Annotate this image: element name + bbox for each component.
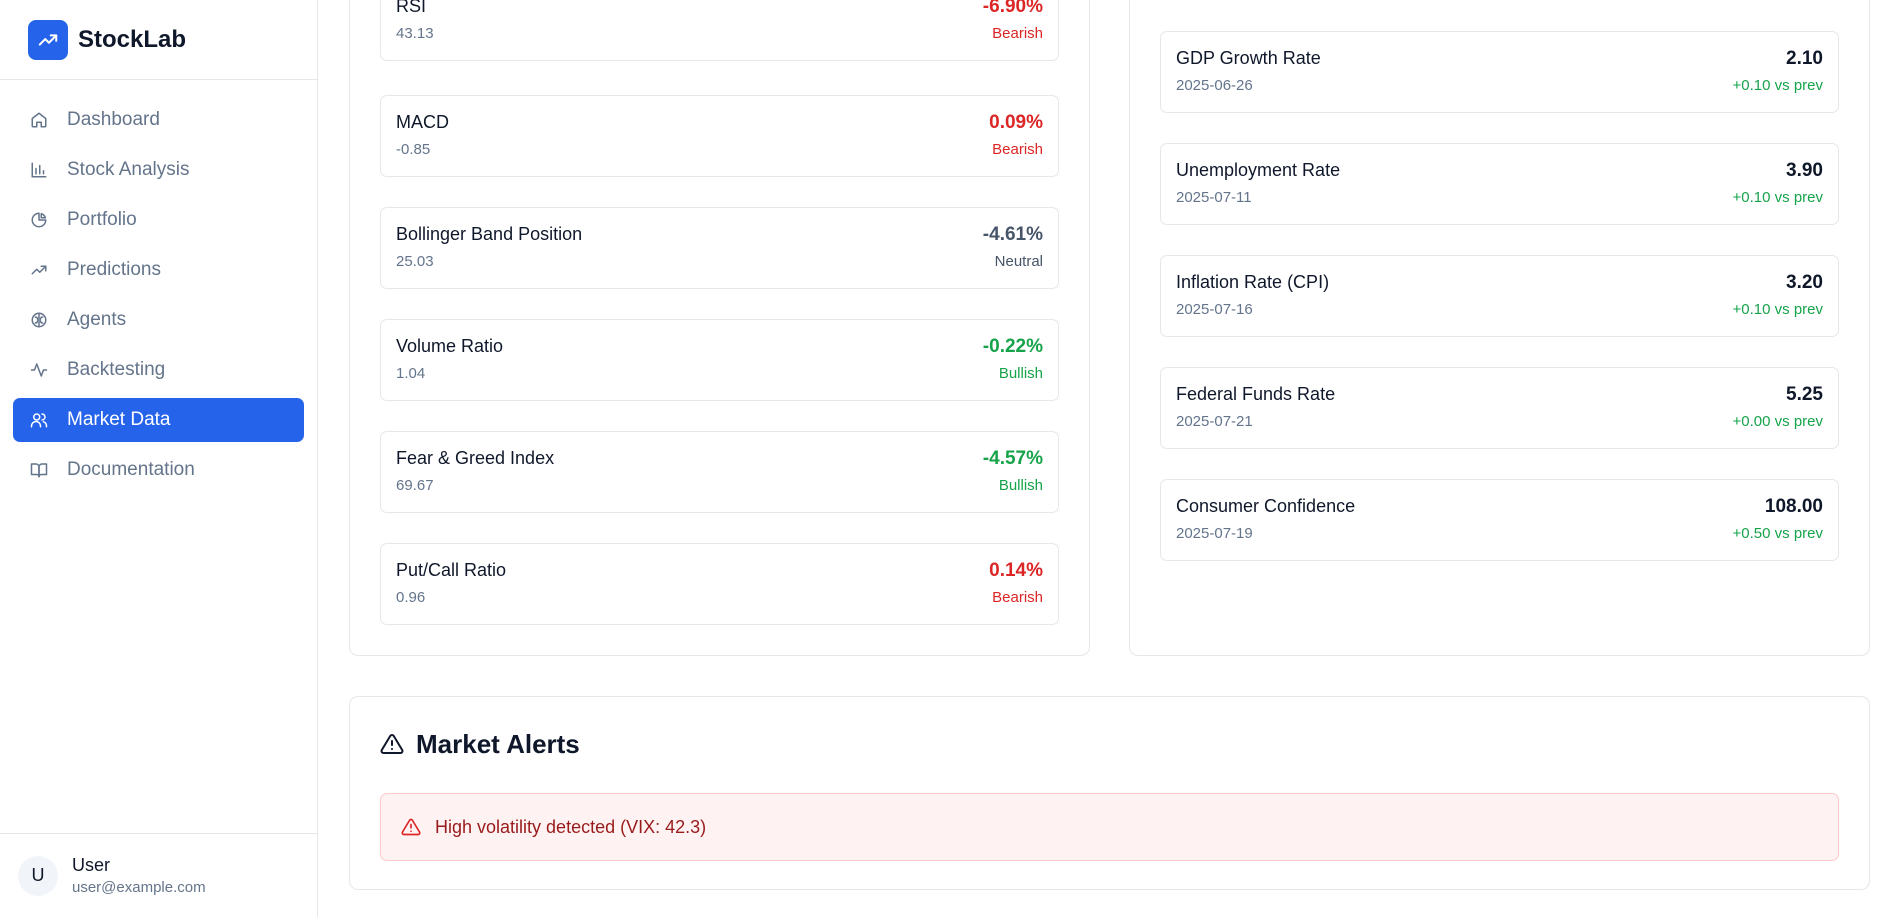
alert-triangle-icon bbox=[401, 817, 421, 837]
economic-delta: +0.50 vs prev bbox=[1732, 525, 1823, 542]
sidebar-item-dashboard[interactable]: Dashboard bbox=[13, 98, 304, 142]
economic-name: GDP Growth Rate bbox=[1176, 48, 1321, 68]
alert-item: High volatility detected (VIX: 42.3) bbox=[380, 793, 1839, 861]
indicator-row-volume-ratio: Volume Ratio 1.04 -0.22% Bullish bbox=[380, 319, 1059, 401]
users-icon bbox=[29, 410, 49, 430]
user-profile[interactable]: U User user@example.com bbox=[0, 833, 318, 917]
indicator-value: 69.67 bbox=[396, 477, 434, 494]
indicator-signal: Bearish bbox=[992, 589, 1043, 606]
book-icon bbox=[29, 460, 49, 480]
indicator-name: Volume Ratio bbox=[396, 336, 504, 356]
indicator-name: MACD bbox=[396, 112, 449, 132]
indicator-row-put-call: Put/Call Ratio 0.96 0.14% Bearish bbox=[380, 543, 1059, 625]
indicator-change: -4.61% bbox=[982, 224, 1043, 245]
economic-indicators-card: GDP Growth Rate 2025-06-26 2.10 +0.10 vs… bbox=[1129, 0, 1870, 656]
indicator-change: -6.90% bbox=[982, 0, 1043, 17]
indicator-name: Fear & Greed Index bbox=[396, 448, 555, 468]
trending-up-icon bbox=[28, 19, 68, 60]
indicator-change: -0.22% bbox=[982, 336, 1043, 357]
economic-value: 2.10 bbox=[1786, 48, 1823, 69]
pie-chart-icon bbox=[29, 210, 49, 230]
sidebar-item-backtesting[interactable]: Backtesting bbox=[13, 348, 304, 392]
alert-triangle-icon bbox=[380, 732, 406, 758]
economic-name: Unemployment Rate bbox=[1176, 160, 1341, 180]
bar-chart-icon bbox=[29, 160, 49, 180]
indicator-value: 1.04 bbox=[396, 365, 426, 382]
brain-icon bbox=[29, 310, 49, 330]
indicator-signal: Bullish bbox=[998, 477, 1043, 494]
sidebar: StockLab Dashboard Stock Analysis Portfo… bbox=[0, 0, 318, 917]
sidebar-item-stock-analysis[interactable]: Stock Analysis bbox=[13, 148, 304, 192]
economic-name: Consumer Confidence bbox=[1176, 496, 1356, 516]
sidebar-item-portfolio[interactable]: Portfolio bbox=[13, 198, 304, 242]
indicator-value: 0.96 bbox=[396, 589, 426, 606]
brand[interactable]: StockLab bbox=[0, 0, 317, 80]
economic-value: 3.90 bbox=[1786, 160, 1823, 181]
indicator-row-rsi: RSI 43.13 -6.90% Bearish bbox=[380, 0, 1059, 61]
sidebar-item-label: Predictions bbox=[67, 259, 161, 280]
economic-name: Federal Funds Rate bbox=[1176, 384, 1336, 404]
economic-value: 3.20 bbox=[1786, 272, 1823, 293]
economic-delta: +0.00 vs prev bbox=[1732, 413, 1823, 430]
sidebar-item-label: Stock Analysis bbox=[67, 159, 190, 180]
economic-delta: +0.10 vs prev bbox=[1732, 189, 1823, 206]
indicator-row-bollinger: Bollinger Band Position 25.03 -4.61% Neu… bbox=[380, 207, 1059, 289]
economic-value: 108.00 bbox=[1764, 496, 1823, 517]
indicator-signal: Bullish bbox=[998, 365, 1043, 382]
indicator-signal: Bearish bbox=[992, 141, 1043, 158]
sidebar-item-label: Portfolio bbox=[67, 209, 137, 230]
sidebar-nav: Dashboard Stock Analysis Portfolio Predi… bbox=[0, 80, 317, 516]
indicator-row-fear-greed: Fear & Greed Index 69.67 -4.57% Bullish bbox=[380, 431, 1059, 513]
indicator-signal: Bearish bbox=[992, 25, 1043, 42]
economic-row-unemployment: Unemployment Rate 2025-07-11 3.90 +0.10 … bbox=[1160, 143, 1839, 225]
economic-date: 2025-07-19 bbox=[1176, 525, 1253, 542]
activity-icon bbox=[29, 360, 49, 380]
sidebar-item-label: Backtesting bbox=[67, 359, 166, 380]
indicator-name: RSI bbox=[396, 0, 427, 16]
economic-date: 2025-07-16 bbox=[1176, 301, 1253, 318]
user-info: User user@example.com bbox=[72, 855, 206, 896]
sidebar-item-predictions[interactable]: Predictions bbox=[13, 248, 304, 292]
economic-row-consumer-confidence: Consumer Confidence 2025-07-19 108.00 +0… bbox=[1160, 479, 1839, 561]
sidebar-item-label: Documentation bbox=[67, 459, 195, 480]
user-name: User bbox=[72, 855, 111, 875]
indicator-value: -0.85 bbox=[396, 141, 431, 158]
indicator-change: 0.14% bbox=[989, 560, 1043, 581]
economic-date: 2025-07-11 bbox=[1176, 189, 1252, 206]
indicator-change: -4.57% bbox=[982, 448, 1043, 469]
indicator-value: 25.03 bbox=[396, 253, 434, 270]
indicator-change: 0.09% bbox=[989, 112, 1043, 133]
economic-name: Inflation Rate (CPI) bbox=[1176, 272, 1330, 292]
sidebar-item-label: Dashboard bbox=[67, 109, 160, 130]
market-alerts-card: Market Alerts High volatility detected (… bbox=[349, 696, 1870, 890]
sidebar-item-market-data[interactable]: Market Data bbox=[13, 398, 304, 442]
indicator-value: 43.13 bbox=[396, 25, 434, 42]
user-email: user@example.com bbox=[72, 879, 206, 896]
brand-name: StockLab bbox=[78, 25, 187, 53]
economic-row-fed-funds: Federal Funds Rate 2025-07-21 5.25 +0.00… bbox=[1160, 367, 1839, 449]
avatar: U bbox=[18, 855, 58, 896]
sidebar-item-label: Agents bbox=[67, 309, 127, 330]
economic-value: 5.25 bbox=[1786, 384, 1823, 405]
indicator-row-macd: MACD -0.85 0.09% Bearish bbox=[380, 95, 1059, 177]
sidebar-item-documentation[interactable]: Documentation bbox=[13, 448, 304, 492]
market-alerts-heading: Market Alerts bbox=[416, 729, 580, 759]
indicator-signal: Neutral bbox=[994, 253, 1043, 270]
trending-up-icon bbox=[29, 260, 49, 280]
home-icon bbox=[29, 110, 49, 130]
economic-row-gdp: GDP Growth Rate 2025-06-26 2.10 +0.10 vs… bbox=[1160, 31, 1839, 113]
economic-date: 2025-07-21 bbox=[1176, 413, 1253, 430]
economic-date: 2025-06-26 bbox=[1176, 77, 1253, 94]
economic-delta: +0.10 vs prev bbox=[1732, 301, 1823, 318]
alert-message: High volatility detected (VIX: 42.3) bbox=[435, 816, 707, 837]
technical-indicators-card: RSI 43.13 -6.90% Bearish MACD -0.85 0.09… bbox=[349, 0, 1090, 656]
market-alerts-title: Market Alerts bbox=[380, 729, 580, 760]
sidebar-item-label: Market Data bbox=[67, 409, 171, 430]
indicator-name: Bollinger Band Position bbox=[396, 224, 583, 244]
indicator-name: Put/Call Ratio bbox=[396, 560, 507, 580]
economic-row-inflation: Inflation Rate (CPI) 2025-07-16 3.20 +0.… bbox=[1160, 255, 1839, 337]
economic-delta: +0.10 vs prev bbox=[1732, 77, 1823, 94]
sidebar-item-agents[interactable]: Agents bbox=[13, 298, 304, 342]
